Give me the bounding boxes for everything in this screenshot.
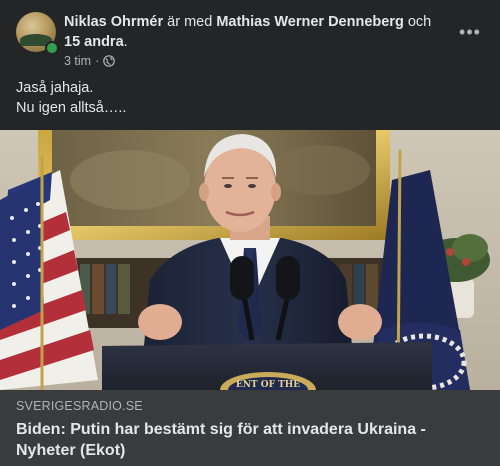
link-preview-image[interactable]: ENT OF THE	[0, 130, 500, 390]
post-title-line: Niklas Ohrmér är med Mathias Werner Denn…	[64, 12, 444, 52]
feed-post: Niklas Ohrmér är med Mathias Werner Denn…	[0, 0, 500, 466]
with-connector: är med	[163, 14, 217, 30]
tagged-person-link[interactable]: Mathias Werner Denneberg	[216, 14, 403, 30]
and-connector: och	[403, 14, 432, 30]
post-text-line-2: Nu igen alltså…..	[16, 100, 127, 116]
podium-seal-text: ENT OF THE	[236, 380, 300, 390]
press-conference-photo: ENT OF THE	[0, 130, 500, 390]
link-preview-footer[interactable]: SVERIGESRADIO.SE Biden: Putin har bestäm…	[0, 390, 500, 466]
post-text-line-1: Jaså jahaja.	[16, 80, 94, 96]
link-headline[interactable]: Biden: Putin har bestämt sig för att inv…	[16, 419, 486, 461]
more-options-button[interactable]: •••	[456, 22, 484, 42]
timestamp-link[interactable]: 3 tim	[64, 54, 91, 68]
post-meta: 3 tim ·	[64, 54, 116, 68]
others-link[interactable]: 15 andra	[64, 34, 124, 50]
more-options-icon: •••	[459, 21, 481, 42]
post-header: Niklas Ohrmér är med Mathias Werner Denn…	[16, 12, 484, 72]
post-text: Jaså jahaja. Nu igen alltså…..	[16, 78, 126, 118]
meta-separator: ·	[95, 54, 100, 68]
title-period: .	[123, 34, 128, 50]
online-status-indicator	[45, 41, 59, 55]
link-domain: SVERIGESRADIO.SE	[16, 399, 143, 413]
globe-icon[interactable]	[103, 55, 116, 67]
author-name-link[interactable]: Niklas Ohrmér	[64, 14, 163, 30]
